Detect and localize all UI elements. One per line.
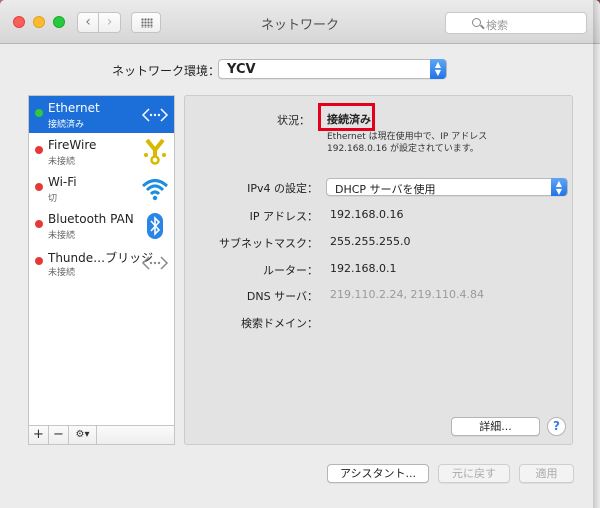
service-status: 接続済み xyxy=(48,120,85,130)
service-item-ethernet[interactable]: Ethernet 接続済み xyxy=(29,96,174,133)
apply-button[interactable]: 適用 xyxy=(519,464,574,483)
remove-service-button[interactable]: − xyxy=(49,426,69,444)
location-value: YCV xyxy=(227,62,256,77)
service-list: Ethernet 接続済み FireWire 未接続 Wi-Fi 切 Bluet… xyxy=(28,95,175,445)
network-preferences-window: ‹ › ネットワーク 検索 ネットワーク環境： YCV ▲ ▼ Ethernet … xyxy=(0,0,600,508)
revert-button[interactable]: 元に戻す xyxy=(438,464,510,483)
service-name: FireWire xyxy=(48,138,97,152)
service-status: 未接続 xyxy=(48,157,76,167)
service-item-firewire[interactable]: FireWire 未接続 xyxy=(29,133,174,170)
ethernet-icon xyxy=(141,108,169,122)
ip-address-value: 192.168.0.16 xyxy=(330,208,404,221)
gear-menu-button[interactable]: ⚙︎▾ xyxy=(69,426,97,444)
status-dot xyxy=(35,183,43,191)
bluetooth-icon xyxy=(147,213,163,239)
service-item-thunderbolt-bridge[interactable]: Thunde…ブリッジ 未接続 xyxy=(29,244,174,281)
status-description: Ethernet は現在使用中で、IP アドレス 192.168.0.16 が設… xyxy=(327,131,487,155)
thunderbolt-bridge-icon xyxy=(141,256,169,270)
status-description-line1: Ethernet は現在使用中で、IP アドレス xyxy=(327,132,488,142)
router-label: ルーター： xyxy=(263,264,318,277)
status-dot xyxy=(35,109,43,117)
location-label: ネットワーク環境： xyxy=(112,64,221,78)
search-domain-label: 検索ドメイン： xyxy=(241,317,318,330)
status-value: 接続済み xyxy=(327,113,371,126)
service-status: 切 xyxy=(48,194,58,204)
help-button[interactable]: ? xyxy=(547,417,566,436)
dns-server-value: 219.110.2.24, 219.110.4.84 xyxy=(330,288,484,301)
ip-address-label: IP アドレス： xyxy=(249,210,318,223)
advanced-button[interactable]: 詳細... xyxy=(451,417,540,436)
firewire-icon xyxy=(144,138,166,165)
select-arrows-icon: ▲ ▼ xyxy=(551,178,567,196)
add-service-button[interactable]: + xyxy=(29,426,49,444)
search-icon xyxy=(472,18,481,27)
window-edge-shadow xyxy=(593,0,600,508)
select-arrows-icon: ▲ ▼ xyxy=(430,59,446,79)
search-field[interactable]: 検索 xyxy=(445,12,587,34)
status-label: 状況： xyxy=(277,114,310,127)
location-select[interactable]: YCV ▲ ▼ xyxy=(218,59,447,79)
status-dot xyxy=(35,146,43,154)
service-status: 未接続 xyxy=(48,268,76,278)
router-value: 192.168.0.1 xyxy=(330,262,397,275)
service-status: 未接続 xyxy=(48,231,76,241)
status-dot xyxy=(35,220,43,228)
service-name: Thunde…ブリッジ xyxy=(48,251,154,265)
ipv4-select[interactable]: DHCP サーバを使用 ▲ ▼ xyxy=(326,178,568,196)
service-item-wifi[interactable]: Wi-Fi 切 xyxy=(29,170,174,207)
service-name: Wi-Fi xyxy=(48,175,77,189)
service-item-bluetooth-pan[interactable]: Bluetooth PAN 未接続 xyxy=(29,207,174,244)
subnet-mask-value: 255.255.255.0 xyxy=(330,235,411,248)
dns-server-label: DNS サーバ： xyxy=(246,290,318,303)
search-placeholder: 検索 xyxy=(486,19,508,32)
status-description-line2: 192.168.0.16 が設定されています。 xyxy=(327,144,479,154)
ipv4-label: IPv4 の設定： xyxy=(247,182,318,195)
titlebar: ‹ › ネットワーク 検索 xyxy=(0,0,600,44)
service-name: Ethernet xyxy=(48,101,100,115)
assistant-button[interactable]: アシスタント... xyxy=(327,464,429,483)
status-dot xyxy=(35,257,43,265)
service-name: Bluetooth PAN xyxy=(48,212,134,226)
service-list-toolbar: + − ⚙︎▾ xyxy=(28,425,175,445)
ipv4-value: DHCP サーバを使用 xyxy=(335,183,436,196)
wifi-icon xyxy=(141,179,169,201)
subnet-mask-label: サブネットマスク： xyxy=(219,237,318,250)
